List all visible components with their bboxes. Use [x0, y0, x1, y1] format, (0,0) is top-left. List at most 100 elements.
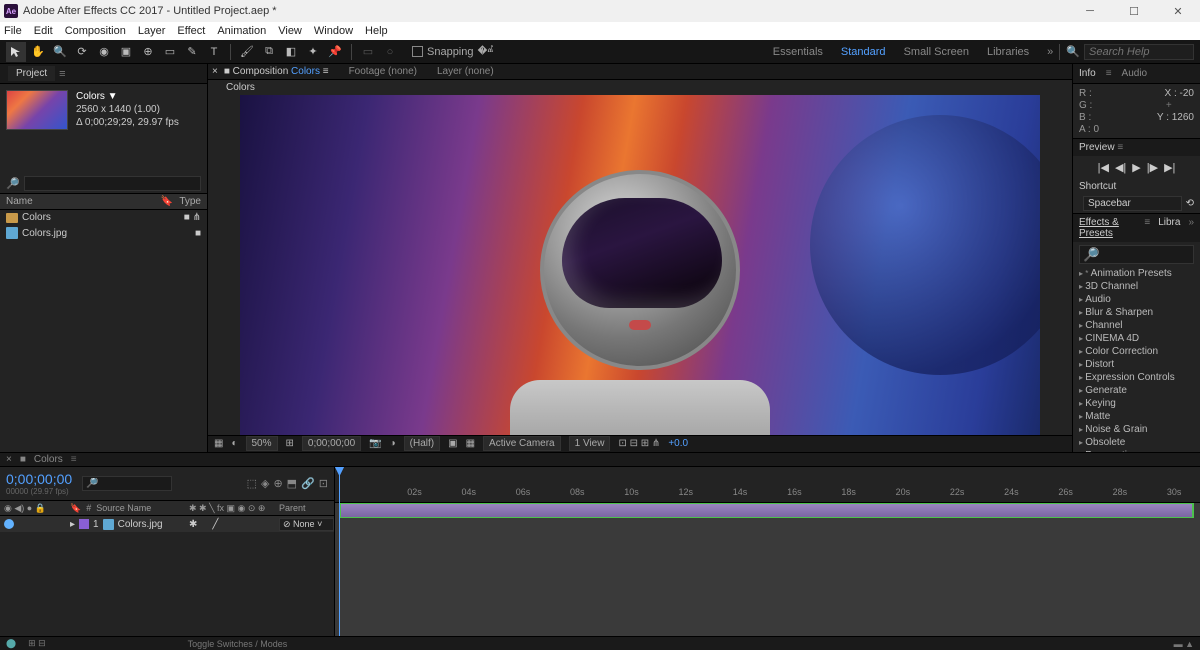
menu-help[interactable]: Help [365, 25, 388, 37]
resolution-select[interactable]: (Half) [404, 436, 440, 451]
roi-icon[interactable]: ▣ [448, 438, 457, 449]
comp-thumbnail[interactable] [6, 90, 68, 130]
col-name[interactable]: Name [6, 196, 161, 207]
eye-icon[interactable] [4, 519, 14, 529]
menu-animation[interactable]: Animation [217, 25, 266, 37]
viewer-tab-composition[interactable]: ■ Composition Colors ≡ [224, 66, 329, 77]
project-item-file[interactable]: Colors.jpg■ [0, 225, 207, 241]
shape-tool[interactable]: ▭ [160, 42, 180, 62]
audio-tab[interactable]: Audio [1122, 68, 1148, 79]
selection-tool[interactable] [6, 42, 26, 62]
libraries-tab[interactable]: Libra [1158, 217, 1180, 239]
project-tab[interactable]: Project [8, 66, 55, 81]
camera-select[interactable]: Active Camera [483, 436, 561, 451]
col-type[interactable]: Type [179, 196, 201, 207]
switches-icon[interactable]: ⊞ ⊟ [28, 638, 46, 649]
effects-search-input[interactable] [1079, 245, 1194, 264]
workspace-standard[interactable]: Standard [841, 46, 886, 58]
goto-start-button[interactable]: |◀ [1098, 161, 1109, 174]
camera-tool[interactable]: ▣ [116, 42, 136, 62]
viewer-tab-footage[interactable]: Footage (none) [349, 66, 417, 77]
menu-view[interactable]: View [278, 25, 302, 37]
menu-edit[interactable]: Edit [34, 25, 53, 37]
track-area[interactable] [335, 503, 1200, 636]
effects-tab[interactable]: Effects & Presets [1079, 217, 1136, 239]
aspect-icon[interactable]: ⊞ [286, 438, 294, 449]
layer-parent[interactable]: None [293, 519, 315, 529]
tl-icon[interactable]: ⊡ [319, 477, 328, 490]
effect-category[interactable]: Perspective [1077, 449, 1196, 452]
view-icons[interactable]: ⊡ ⊟ ⊞ ⋔ [618, 438, 660, 449]
play-button[interactable]: ▶ [1132, 161, 1140, 174]
time-display[interactable]: 0;00;00;00 [302, 436, 361, 451]
eraser-tool[interactable]: ◧ [281, 42, 301, 62]
info-tab[interactable]: Info [1079, 68, 1096, 79]
next-frame-button[interactable]: |▶ [1147, 161, 1158, 174]
effect-category[interactable]: Expression Controls [1077, 371, 1196, 384]
exposure-value[interactable]: +0.0 [668, 438, 688, 449]
timeline-tab[interactable]: Colors [34, 454, 63, 465]
viewer-subtab[interactable]: Colors [216, 80, 265, 95]
toggle-switches-button[interactable]: Toggle Switches / Modes [188, 639, 288, 649]
tl-icon[interactable]: ⬚ [247, 477, 257, 490]
pan-behind-tool[interactable]: ⊕ [138, 42, 158, 62]
effect-category[interactable]: Audio [1077, 293, 1196, 306]
effect-category[interactable]: Animation Presets [1077, 267, 1196, 280]
viewer-tab-layer[interactable]: Layer (none) [437, 66, 494, 77]
minimize-button[interactable]: ─ [1068, 0, 1112, 22]
effect-category[interactable]: Color Correction [1077, 345, 1196, 358]
menu-composition[interactable]: Composition [65, 25, 126, 37]
shortcut-select[interactable]: Spacebar [1083, 196, 1182, 211]
tl-icon[interactable]: ◈ [261, 477, 269, 490]
zoom-select[interactable]: 50% [246, 436, 278, 451]
grid-icon[interactable]: ▦ [214, 438, 223, 449]
effect-category[interactable]: Matte [1077, 410, 1196, 423]
workspace-small-screen[interactable]: Small Screen [904, 46, 969, 58]
zoom-out-icon[interactable]: ▬ ▲ [1174, 639, 1194, 649]
prev-frame-button[interactable]: ◀| [1115, 161, 1126, 174]
close-button[interactable]: ✕ [1156, 0, 1200, 22]
tl-icon[interactable]: 🔗 [301, 477, 315, 490]
col-parent[interactable]: Parent [279, 503, 334, 513]
tl-icon[interactable]: ⊕ [273, 477, 282, 490]
snapping-toggle[interactable]: Snapping �ⰼ [412, 45, 493, 58]
mask-icon[interactable]: ◑ [390, 438, 396, 449]
reset-icon[interactable]: ⟲ [1186, 198, 1194, 209]
puppet-tool[interactable]: 📌 [325, 42, 345, 62]
brush-tool[interactable]: 🖌 [237, 42, 257, 62]
current-timecode[interactable]: 0;00;00;00 [6, 471, 72, 487]
project-search-input[interactable] [24, 176, 201, 191]
maximize-button[interactable]: ☐ [1112, 0, 1156, 22]
effect-category[interactable]: CINEMA 4D [1077, 332, 1196, 345]
alpha-icon[interactable]: ◐ [231, 438, 237, 449]
timeline-search-input[interactable] [82, 476, 172, 491]
clone-tool[interactable]: ⧉ [259, 42, 279, 62]
zoom-tool[interactable]: 🔍 [50, 42, 70, 62]
roto-tool[interactable]: ✦ [303, 42, 323, 62]
effect-category[interactable]: Blur & Sharpen [1077, 306, 1196, 319]
project-item-folder[interactable]: Colors■ ⋔ [0, 210, 207, 225]
composition-canvas[interactable] [240, 95, 1040, 435]
preview-tab[interactable]: Preview [1079, 142, 1115, 153]
effect-category[interactable]: Keying [1077, 397, 1196, 410]
timeline-ruler[interactable]: 02s04s06s08s10s12s14s16s18s20s22s24s26s2… [335, 467, 1200, 503]
menu-effect[interactable]: Effect [177, 25, 205, 37]
layer-bar[interactable] [339, 503, 1194, 518]
snapshot-icon[interactable]: 📷 [369, 438, 381, 449]
effect-category[interactable]: Noise & Grain [1077, 423, 1196, 436]
menu-window[interactable]: Window [314, 25, 353, 37]
search-help-input[interactable] [1084, 44, 1194, 60]
effect-category[interactable]: 3D Channel [1077, 280, 1196, 293]
tl-icon[interactable]: ⬒ [287, 477, 297, 490]
view-select[interactable]: 1 View [569, 436, 611, 451]
hand-tool[interactable]: ✋ [28, 42, 48, 62]
workspace-essentials[interactable]: Essentials [773, 46, 823, 58]
goto-end-button[interactable]: ▶| [1164, 161, 1175, 174]
effect-category[interactable]: Obsolete [1077, 436, 1196, 449]
pen-tool[interactable]: ✎ [182, 42, 202, 62]
workspace-libraries[interactable]: Libraries [987, 46, 1029, 58]
orbit-tool[interactable]: ⟳ [72, 42, 92, 62]
menu-file[interactable]: File [4, 25, 22, 37]
transparency-icon[interactable]: ▦ [466, 438, 475, 449]
rotate-tool[interactable]: ◉ [94, 42, 114, 62]
